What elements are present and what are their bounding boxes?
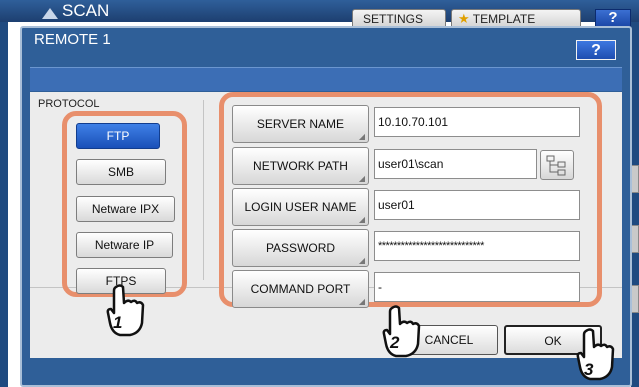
command-port-button[interactable]: COMMAND PORT ◢: [232, 270, 369, 308]
star-icon: ★: [458, 11, 470, 26]
protocol-label: PROTOCOL: [38, 98, 100, 110]
dialog-toolbar: [30, 67, 622, 91]
browse-folder-button[interactable]: [540, 150, 574, 180]
divider: [203, 100, 204, 280]
app-frame-right: [631, 22, 639, 387]
login-user-name-label: LOGIN USER NAME: [244, 200, 357, 214]
command-port-label: COMMAND PORT: [250, 282, 351, 296]
side-tab[interactable]: [631, 225, 639, 253]
pointing-hand-icon: [576, 328, 615, 381]
network-path-field[interactable]: user01\scan: [374, 149, 537, 179]
template-label: TEMPLATE: [472, 12, 536, 26]
callout-number: 1: [113, 313, 123, 332]
scan-icon: [42, 8, 58, 19]
pointing-hand-icon: [382, 305, 421, 358]
side-tab[interactable]: [631, 165, 639, 193]
app-help-button[interactable]: ?: [595, 9, 631, 27]
caret-icon: ◢: [358, 297, 365, 306]
protocol-netware-ipx-button[interactable]: Netware IPX: [76, 196, 175, 222]
password-label: PASSWORD: [265, 241, 336, 255]
caret-icon: ◢: [358, 174, 365, 183]
dialog-help-button[interactable]: ?: [576, 40, 616, 60]
caret-icon: ◢: [358, 132, 365, 141]
dialog-title: REMOTE 1: [34, 31, 111, 48]
server-name-button[interactable]: SERVER NAME ◢: [232, 105, 369, 143]
protocol-netware-ip-button[interactable]: Netware IP: [76, 232, 173, 258]
password-field[interactable]: ****************************: [374, 231, 580, 261]
callout-number: 2: [390, 333, 400, 352]
protocol-smb-button[interactable]: SMB: [76, 159, 166, 185]
app-title: SCAN: [62, 1, 110, 20]
protocol-ftp-button[interactable]: FTP: [76, 123, 160, 149]
folder-tree-icon: [546, 155, 566, 176]
server-name-label: SERVER NAME: [256, 117, 345, 131]
login-user-name-field[interactable]: user01: [374, 190, 580, 220]
network-path-button[interactable]: NETWORK PATH ◢: [232, 147, 369, 185]
settings-label: SETTINGS: [363, 12, 424, 26]
server-name-field[interactable]: 10.10.70.101: [374, 107, 580, 137]
side-tab[interactable]: [631, 285, 639, 313]
callout-number: 3: [584, 360, 594, 379]
app-frame-left: [0, 22, 8, 387]
command-port-field[interactable]: -: [374, 272, 580, 302]
login-user-name-button[interactable]: LOGIN USER NAME ◢: [232, 188, 369, 226]
pointing-hand-icon: [106, 284, 145, 337]
password-button[interactable]: PASSWORD ◢: [232, 229, 369, 267]
caret-icon: ◢: [358, 256, 365, 265]
caret-icon: ◢: [358, 215, 365, 224]
network-path-label: NETWORK PATH: [253, 159, 348, 173]
